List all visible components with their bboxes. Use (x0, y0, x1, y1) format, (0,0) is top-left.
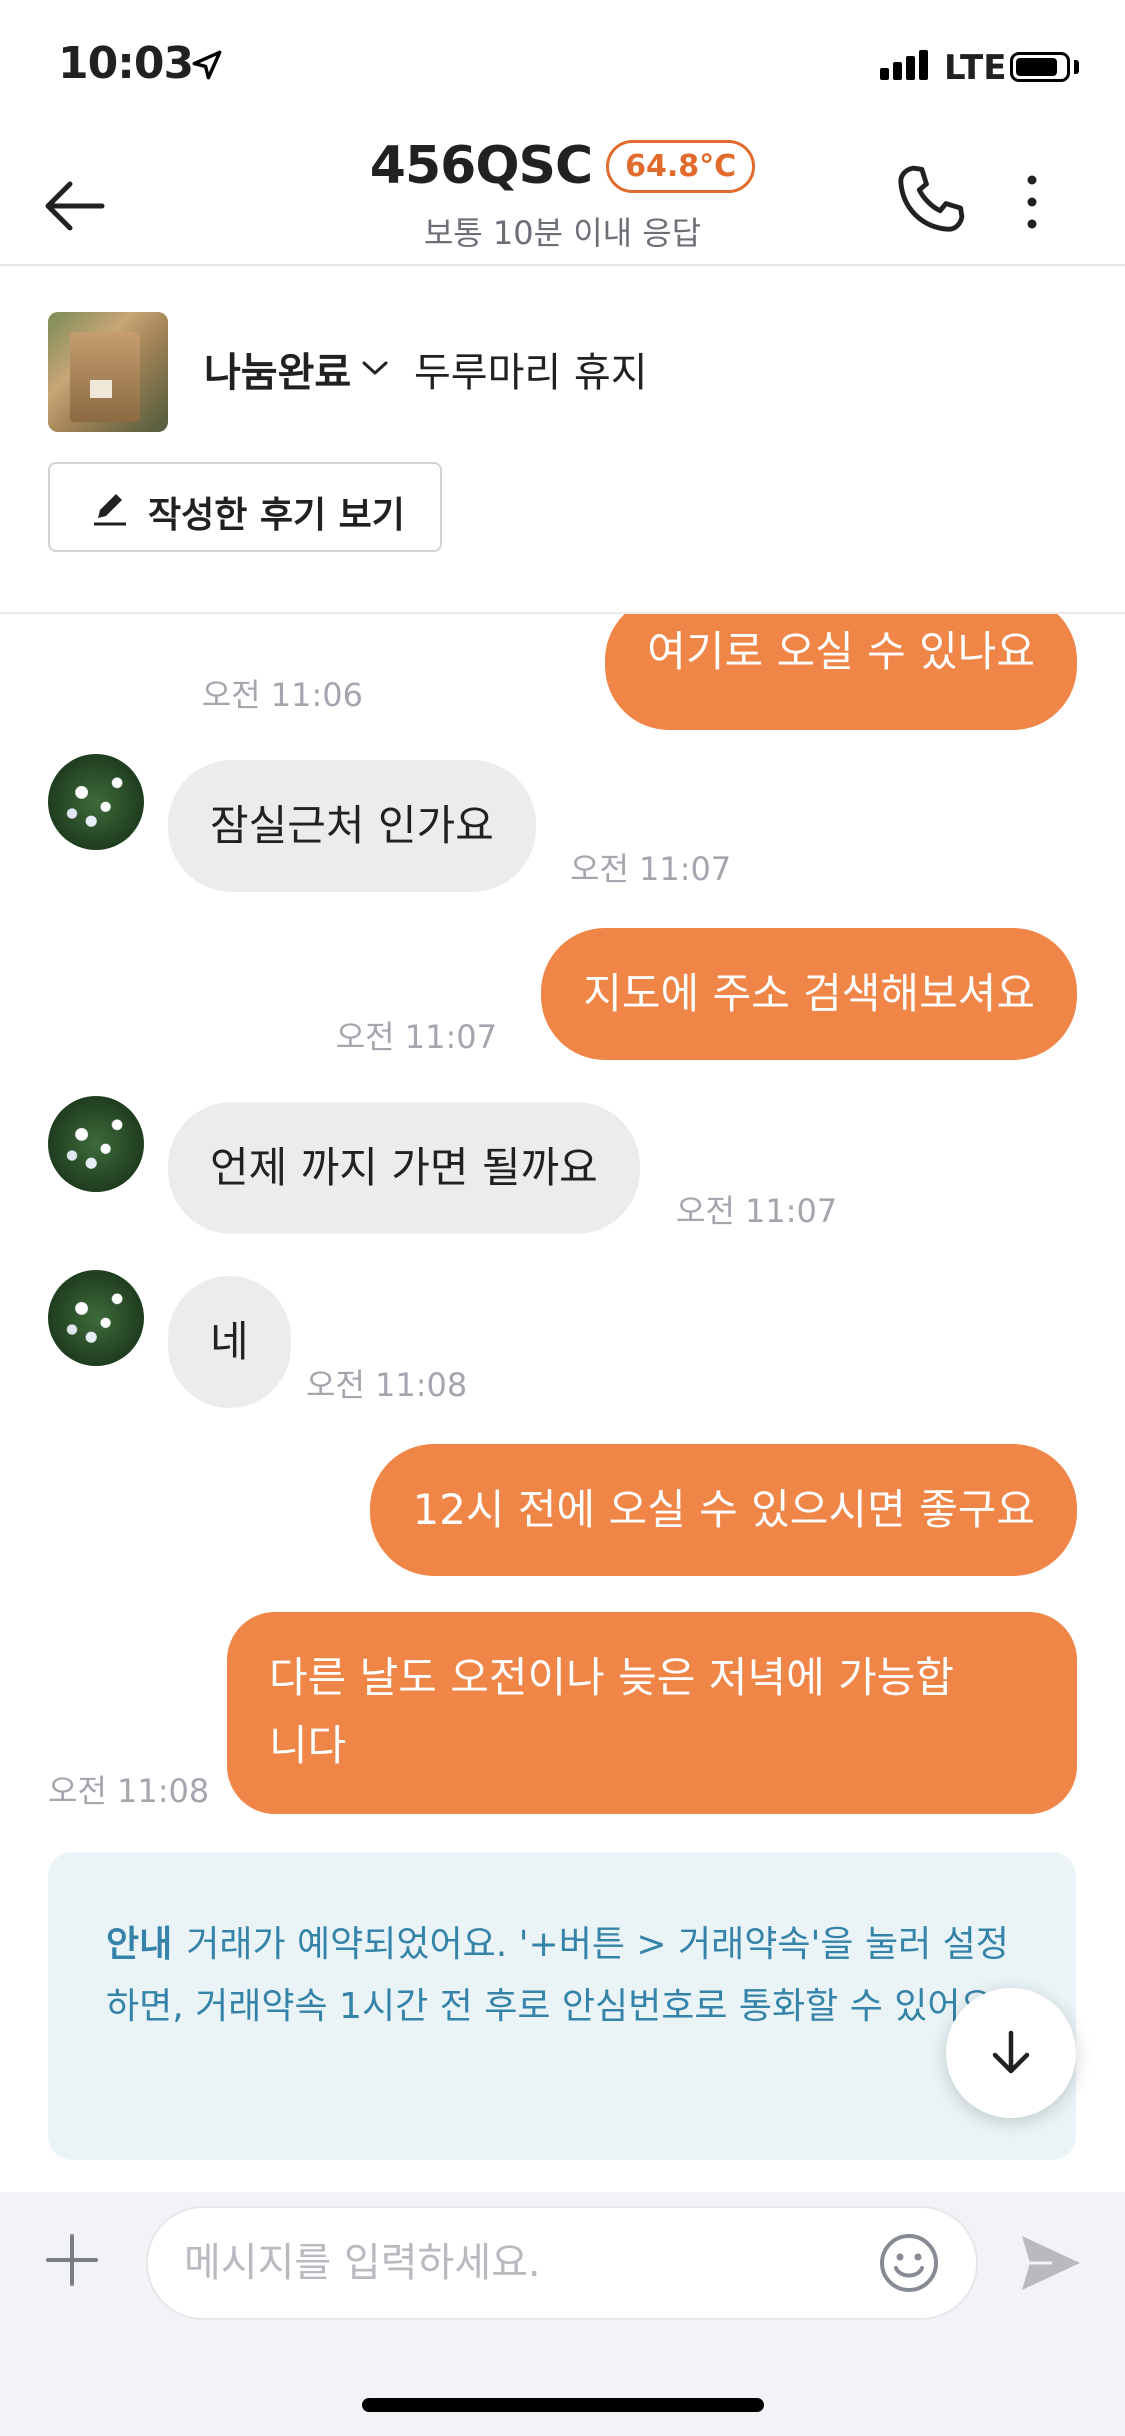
view-review-button[interactable]: 작성한 후기 보기 (48, 462, 442, 552)
message-bubble-received[interactable]: 잠실근처 인가요 (168, 760, 536, 892)
home-indicator (362, 2398, 764, 2412)
notice-body: 거래가 예약되었어요. '+버튼 > 거래약속'을 눌러 설정하면, 거래약속 … (106, 1924, 1009, 2027)
manner-temperature-badge[interactable]: 64.8°C (606, 139, 756, 193)
chevron-down-icon[interactable] (360, 358, 390, 378)
message-line: 다른 날도 오전이나 늦은 저녁에 가능합 (269, 1653, 954, 1702)
status-time: 10:03 (58, 38, 194, 89)
message-bubble-received[interactable]: 언제 까지 가면 될까요 (168, 1102, 640, 1234)
emoji-icon[interactable] (878, 2232, 940, 2294)
scroll-to-bottom-button[interactable] (946, 1988, 1076, 2118)
battery-tip (1074, 60, 1079, 74)
battery-icon (1010, 52, 1070, 82)
send-icon[interactable] (1018, 2232, 1084, 2294)
message-bubble-sent[interactable]: 다른 날도 오전이나 늦은 저녁에 가능합 니다 (227, 1612, 1077, 1814)
avatar[interactable] (48, 1270, 144, 1366)
phone-icon[interactable] (892, 160, 970, 238)
trade-status-dropdown[interactable]: 나눔완료 (204, 340, 351, 398)
message-bubble-sent[interactable]: 12시 전에 오실 수 있으시면 좋구요 (370, 1444, 1077, 1576)
message-time: 오전 11:07 (570, 850, 732, 888)
signal-icon (880, 50, 932, 80)
review-button-label: 작성한 후기 보기 (148, 495, 405, 536)
page-title: 456QSC (369, 136, 593, 196)
network-label: LTE (944, 48, 1007, 88)
avatar[interactable] (48, 754, 144, 850)
avatar[interactable] (48, 1096, 144, 1192)
message-bubble-sent[interactable]: 지도에 주소 검색해보셔요 (541, 928, 1077, 1060)
notice-title: 안내 (106, 1924, 173, 1965)
pencil-icon (94, 494, 126, 526)
message-line: 니다 (269, 1721, 347, 1770)
message-input[interactable] (146, 2206, 978, 2320)
message-time: 오전 11:07 (335, 1018, 497, 1056)
arrow-down-icon (992, 2030, 1030, 2074)
header-divider (0, 264, 1125, 266)
message-time: 오전 11:08 (48, 1772, 210, 1810)
location-arrow-icon (192, 50, 222, 80)
more-vertical-icon[interactable] (1012, 166, 1052, 238)
product-name[interactable]: 두루마리 휴지 (414, 340, 648, 398)
trade-notice-banner: 안내 거래가 예약되었어요. '+버튼 > 거래약속'을 눌러 설정하면, 거래약… (48, 1852, 1076, 2160)
plus-icon[interactable] (44, 2232, 100, 2288)
message-time: 오전 11:06 (201, 676, 363, 714)
message-time: 오전 11:08 (306, 1366, 468, 1404)
notice-text-block: 안내 거래가 예약되었어요. '+버튼 > 거래약속'을 눌러 설정하면, 거래약… (106, 1914, 1026, 2038)
message-bubble-sent[interactable]: 여기로 오실 수 있나요 (605, 614, 1077, 730)
message-time: 오전 11:07 (676, 1192, 838, 1230)
product-thumbnail[interactable] (48, 312, 168, 432)
message-bubble-received[interactable]: 네 (168, 1276, 291, 1408)
